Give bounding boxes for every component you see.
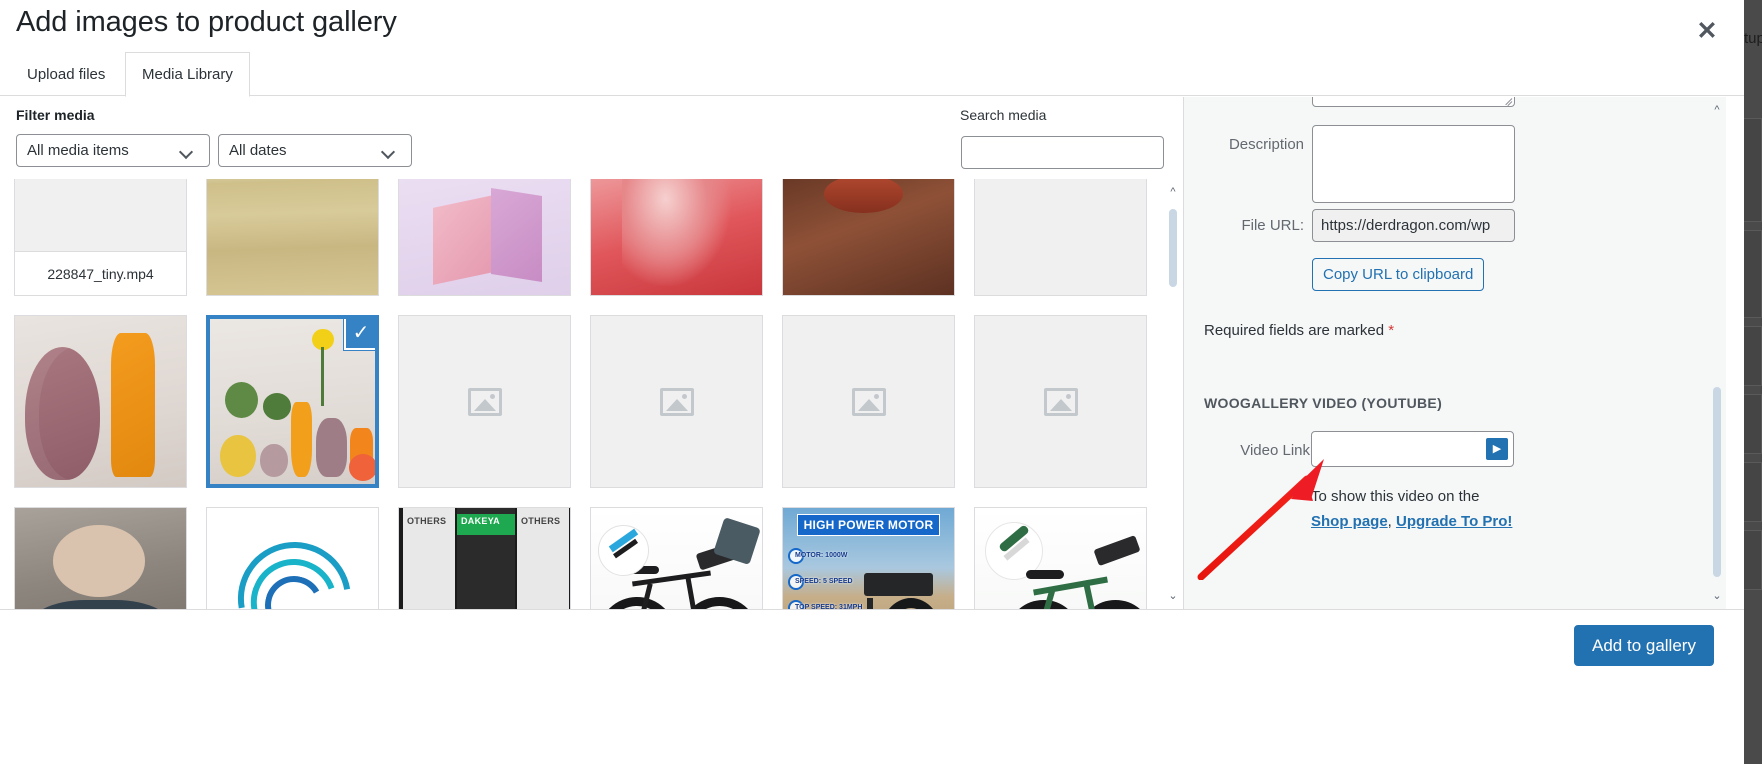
media-item-vases-a[interactable] xyxy=(14,315,187,488)
shop-page-link[interactable]: Shop page xyxy=(1311,513,1388,530)
file-url-label: File URL: xyxy=(1241,217,1304,234)
media-item-placeholder-4[interactable] xyxy=(974,315,1147,488)
background-partial-text: tup xyxy=(1744,30,1762,47)
image-placeholder-icon xyxy=(659,387,694,416)
partial-field-above[interactable] xyxy=(1312,97,1515,107)
scrollbar-thumb[interactable] xyxy=(1713,387,1721,577)
image-placeholder-icon xyxy=(467,387,502,416)
motor-banner-title: HIGH POWER MOTOR xyxy=(796,514,941,536)
thumbnail-art xyxy=(207,179,378,295)
media-item-lips[interactable] xyxy=(782,179,955,296)
media-item-vases-selected[interactable]: ✓ xyxy=(205,314,380,489)
modal-footer: Add to gallery xyxy=(0,609,1744,764)
tab-upload-files[interactable]: Upload files xyxy=(10,52,122,97)
media-item-ebike-blue[interactable] xyxy=(590,507,763,609)
media-item-motor-banner[interactable]: HIGH POWER MOTOR MOTOR: 1000W SPEED: 5 S… xyxy=(782,507,955,609)
thumbnail-art: HIGH POWER MOTOR MOTOR: 1000W SPEED: 5 S… xyxy=(783,508,954,609)
upgrade-to-pro-link[interactable]: Upgrade To Pro! xyxy=(1396,513,1512,530)
modal-tabs: Upload files Media Library xyxy=(0,52,1744,97)
required-asterisk: * xyxy=(1388,322,1395,339)
media-item-ebike-green[interactable] xyxy=(974,507,1147,609)
scrollbar-thumb[interactable] xyxy=(1169,209,1177,287)
media-item-placeholder-1[interactable] xyxy=(398,315,571,488)
media-item-envelope[interactable] xyxy=(974,179,1147,296)
description-textarea[interactable] xyxy=(1312,125,1515,203)
video-help-text: To show this video on the Shop page, Upg… xyxy=(1311,488,1513,530)
required-fields-note: Required fields are marked * xyxy=(1204,322,1395,339)
thumbnail-art xyxy=(975,179,1146,295)
thumbnail-art xyxy=(975,508,1146,609)
comparison-label-left: OTHERS xyxy=(407,516,447,526)
media-item-wave-logo[interactable] xyxy=(206,507,379,609)
chevron-up-icon[interactable]: ^ xyxy=(1164,183,1182,201)
thumbnail-art xyxy=(591,508,762,609)
search-input[interactable] xyxy=(961,136,1164,169)
thumbnail-art xyxy=(207,508,378,609)
media-type-filter-select[interactable]: All media items xyxy=(16,134,210,167)
page-title: Add images to product gallery xyxy=(16,6,397,38)
video-link-label: Video Link xyxy=(1240,442,1310,459)
selected-check-icon: ✓ xyxy=(344,319,375,350)
tab-media-library[interactable]: Media Library xyxy=(125,52,250,97)
media-item-red-hands[interactable] xyxy=(590,179,763,296)
play-icon[interactable]: ▶ xyxy=(1486,438,1508,460)
media-item-fork-comparison[interactable]: OTHERS DAKEYA OTHERS No Suspension Fork … xyxy=(398,507,571,609)
thumbnail-art xyxy=(783,179,954,295)
file-url-input[interactable] xyxy=(1312,209,1515,242)
media-item-pink-shapes[interactable] xyxy=(398,179,571,296)
thumbnail-art xyxy=(591,179,762,295)
thumbnail-art xyxy=(15,508,186,609)
chevron-up-icon[interactable]: ^ xyxy=(1708,101,1726,119)
chevron-down-icon[interactable]: ⌄ xyxy=(1708,587,1726,605)
comparison-label-brand: DAKEYA xyxy=(461,516,500,526)
add-to-gallery-button[interactable]: Add to gallery xyxy=(1574,625,1714,666)
chevron-down-icon[interactable]: ⌄ xyxy=(1164,587,1182,605)
image-placeholder-icon xyxy=(851,387,886,416)
media-grid[interactable]: 228847_tiny.mp4 ✓ OTHERS DAKEYA OTHERS H… xyxy=(0,179,1183,609)
resize-handle-icon xyxy=(1503,97,1513,107)
motor-spec: MOTOR: 1000W xyxy=(794,552,848,559)
media-modal: Add images to product gallery ✕ Upload f… xyxy=(0,0,1744,764)
media-item-man-portrait[interactable] xyxy=(14,507,187,609)
media-item-placeholder-3[interactable] xyxy=(782,315,955,488)
thumbnail-art xyxy=(399,179,570,295)
image-placeholder-icon xyxy=(1043,387,1078,416)
thumbnail-art xyxy=(15,316,186,487)
comparison-label-right: OTHERS xyxy=(521,516,561,526)
close-icon[interactable]: ✕ xyxy=(1684,8,1730,54)
media-item-filename: 228847_tiny.mp4 xyxy=(15,251,186,295)
date-filter-select[interactable]: All dates xyxy=(218,134,412,167)
thumbnail-art: OTHERS DAKEYA OTHERS No Suspension Fork … xyxy=(399,508,570,609)
search-media-label: Search media xyxy=(960,107,1047,123)
media-item-beach[interactable] xyxy=(206,179,379,296)
motor-spec: SPEED: 5 SPEED xyxy=(794,578,853,585)
video-link-input[interactable] xyxy=(1311,431,1514,467)
media-item-video[interactable]: 228847_tiny.mp4 xyxy=(14,179,187,296)
woogallery-video-heading: WOOGALLERY VIDEO (YOUTUBE) xyxy=(1204,395,1443,411)
copy-url-button[interactable]: Copy URL to clipboard xyxy=(1312,258,1485,291)
modal-header: Add images to product gallery ✕ xyxy=(0,0,1744,52)
filter-media-label: Filter media xyxy=(16,107,95,123)
description-label: Description xyxy=(1228,136,1304,153)
sidebar-scrollbar[interactable]: ^ ⌄ xyxy=(1708,97,1726,609)
media-item-placeholder-2[interactable] xyxy=(590,315,763,488)
media-grid-scrollbar[interactable]: ^ ⌄ xyxy=(1164,179,1182,609)
